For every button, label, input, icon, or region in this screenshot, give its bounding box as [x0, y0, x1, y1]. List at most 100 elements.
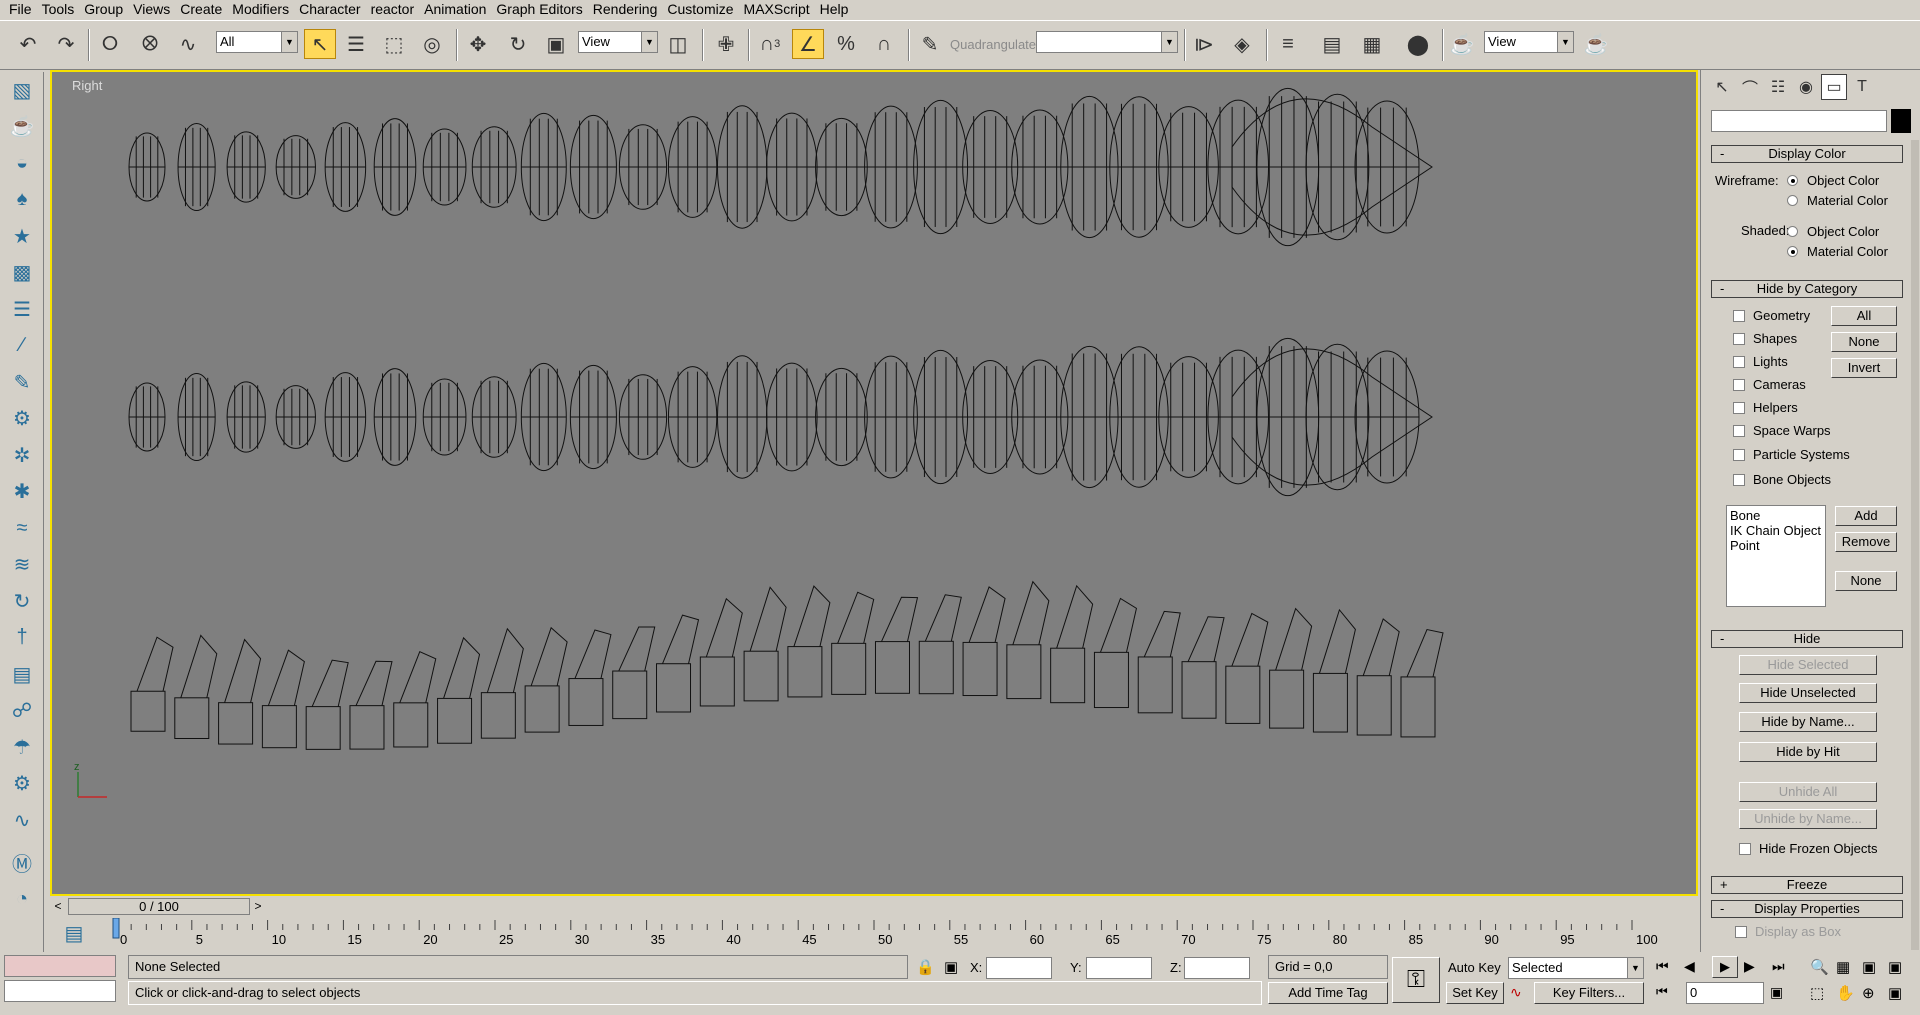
- track-bar[interactable]: 0 5 10 15 20 25 30 35 40 45 50 55 60 65 70 75 80 85 90 95 10…: [50, 918, 1698, 952]
- rectangular-selection-icon[interactable]: ⬚: [378, 29, 410, 59]
- menu-create[interactable]: Create: [175, 0, 227, 18]
- reactor-icon[interactable]: ↻: [0, 583, 44, 620]
- maxscript-listener-icon[interactable]: Ⓜ: [0, 845, 44, 882]
- named-selection-sets-dropdown[interactable]: ▼: [1036, 31, 1178, 53]
- invert-button[interactable]: Invert: [1831, 358, 1897, 378]
- x-coordinate-field[interactable]: [986, 957, 1052, 979]
- edit-named-selection-icon[interactable]: ✎: [914, 29, 946, 59]
- selection-filter-dropdown[interactable]: All ▼: [216, 31, 298, 53]
- pivot-center-icon[interactable]: ◫: [662, 29, 694, 59]
- list-item[interactable]: Point: [1730, 538, 1822, 553]
- speed-icon[interactable]: ◔: [0, 881, 44, 918]
- zoom-extents-all-icon[interactable]: ▣: [1888, 958, 1902, 976]
- add-time-tag-button[interactable]: Add Time Tag: [1268, 982, 1388, 1004]
- object-color-swatch[interactable]: [1891, 109, 1911, 133]
- maximize-viewport-icon[interactable]: ▣: [1888, 984, 1902, 1002]
- render-scene-icon[interactable]: ☕: [1446, 29, 1478, 59]
- previous-frame-icon[interactable]: ◀: [1684, 958, 1695, 975]
- object-name-field[interactable]: [1711, 110, 1887, 132]
- manipulate-icon[interactable]: ✙: [710, 29, 742, 59]
- window-crossing-icon[interactable]: ◎: [416, 29, 448, 59]
- menu-customize[interactable]: Customize: [662, 0, 738, 18]
- biped-icon[interactable]: ★: [0, 218, 44, 255]
- key-tangent-icon[interactable]: ∿: [1510, 984, 1522, 1001]
- display-color-rollout[interactable]: - Display Color: [1711, 145, 1903, 163]
- array-icon[interactable]: ☰: [0, 291, 44, 328]
- snaps-toggle-icon[interactable]: ∩ 3: [754, 29, 786, 59]
- list-none-button[interactable]: None: [1835, 571, 1897, 591]
- play-icon[interactable]: ▶: [1712, 956, 1738, 978]
- go-to-end-icon[interactable]: ⏭: [1772, 958, 1785, 975]
- hide-unselected-button[interactable]: Hide Unselected: [1739, 683, 1877, 703]
- current-frame-field[interactable]: 0: [1686, 982, 1764, 1004]
- curve-editor-icon[interactable]: ▤: [1316, 29, 1348, 59]
- select-and-scale-icon[interactable]: ▣: [540, 29, 572, 59]
- bind-to-space-warp-icon[interactable]: ∿: [172, 29, 204, 59]
- hide-by-category-rollout[interactable]: - Hide by Category: [1711, 280, 1903, 298]
- utilities-tab-icon[interactable]: T: [1849, 74, 1875, 100]
- display-as-box-checkbox[interactable]: [1735, 926, 1747, 938]
- none-button[interactable]: None: [1831, 332, 1897, 352]
- spacewarp-icon[interactable]: ≈: [0, 510, 44, 547]
- unlink-selection-icon[interactable]: ⭙: [134, 29, 166, 59]
- display-tab-icon[interactable]: ▭: [1821, 74, 1847, 100]
- auto-key-button[interactable]: Auto Key: [1448, 960, 1501, 975]
- curve-mini-icon[interactable]: ▤: [54, 918, 94, 948]
- select-and-link-icon[interactable]: ⭘: [94, 29, 126, 59]
- percent-snap-icon[interactable]: %: [830, 29, 862, 59]
- box-icon[interactable]: ▧: [0, 72, 44, 109]
- cloth-icon[interactable]: ▤: [0, 656, 44, 693]
- z-coordinate-field[interactable]: [1184, 957, 1250, 979]
- rope-icon[interactable]: ∿: [0, 802, 44, 839]
- wireframe-material-color-radio[interactable]: [1787, 195, 1798, 206]
- shaded-material-color-radio[interactable]: [1787, 246, 1798, 257]
- schematic-view-icon[interactable]: ▦: [1356, 29, 1388, 59]
- next-frame-arrow-icon[interactable]: >: [250, 898, 266, 915]
- particle-systems-checkbox[interactable]: [1733, 449, 1745, 461]
- select-by-name-icon[interactable]: ☰: [340, 29, 372, 59]
- joint-icon[interactable]: †: [0, 620, 44, 657]
- menu-maxscript[interactable]: MAXScript: [739, 0, 815, 18]
- shapes-checkbox[interactable]: [1733, 333, 1745, 345]
- menu-views[interactable]: Views: [128, 0, 175, 18]
- region-zoom-icon[interactable]: ⬚: [1810, 984, 1824, 1002]
- select-and-move-icon[interactable]: ✥: [462, 29, 494, 59]
- sphere-icon[interactable]: ◒: [0, 145, 44, 182]
- list-item[interactable]: IK Chain Object: [1730, 523, 1822, 538]
- menu-reactor[interactable]: reactor: [366, 0, 420, 18]
- hide-frozen-objects-checkbox[interactable]: [1739, 843, 1751, 855]
- orbit-icon[interactable]: ⊕: [1862, 984, 1875, 1002]
- bone-objects-checkbox[interactable]: [1733, 474, 1745, 486]
- prev-frame-arrow-icon[interactable]: <: [50, 898, 66, 915]
- maxscript-mini-listener-white[interactable]: [4, 980, 116, 1002]
- motion-tab-icon[interactable]: ◉: [1793, 74, 1819, 100]
- key-mode-dropdown[interactable]: Selected ▼: [1508, 957, 1644, 979]
- key-filters-button[interactable]: Key Filters...: [1534, 982, 1644, 1004]
- go-to-start-icon[interactable]: ⏮: [1656, 958, 1669, 975]
- settings-icon[interactable]: ⚙: [0, 401, 44, 438]
- hide-selected-button[interactable]: Hide Selected: [1739, 655, 1877, 675]
- hide-by-hit-button[interactable]: Hide by Hit: [1739, 742, 1877, 762]
- set-key-icon[interactable]: ⚿: [1392, 957, 1440, 1003]
- category-listbox[interactable]: Bone IK Chain Object Point: [1726, 505, 1826, 607]
- menu-group[interactable]: Group: [79, 0, 128, 18]
- key-mode-toggle-icon[interactable]: ⏮: [1656, 984, 1668, 1000]
- select-and-rotate-icon[interactable]: ↻: [502, 29, 534, 59]
- paint-icon[interactable]: ✎: [0, 364, 44, 401]
- viewport-right[interactable]: Right z: [50, 70, 1698, 896]
- y-coordinate-field[interactable]: [1086, 957, 1152, 979]
- quick-render-icon[interactable]: ☕: [1580, 29, 1612, 59]
- menu-file[interactable]: File: [4, 0, 37, 18]
- hierarchy-tab-icon[interactable]: ☷: [1765, 74, 1791, 100]
- wireframe-object-color-radio[interactable]: [1787, 175, 1798, 186]
- time-configuration-icon[interactable]: ▣: [1770, 984, 1783, 1001]
- pan-icon[interactable]: ✋: [1836, 984, 1855, 1002]
- reference-coordinate-dropdown[interactable]: View ▼: [578, 31, 658, 53]
- select-object-icon[interactable]: ↖: [304, 29, 336, 59]
- material-editor-icon[interactable]: ⬤: [1402, 29, 1434, 59]
- constraint-icon[interactable]: ☍: [0, 693, 44, 730]
- menu-help[interactable]: Help: [815, 0, 854, 18]
- menu-tools[interactable]: Tools: [37, 0, 80, 18]
- particle-icon[interactable]: ✱: [0, 474, 44, 511]
- redo-icon[interactable]: ↷: [50, 29, 82, 59]
